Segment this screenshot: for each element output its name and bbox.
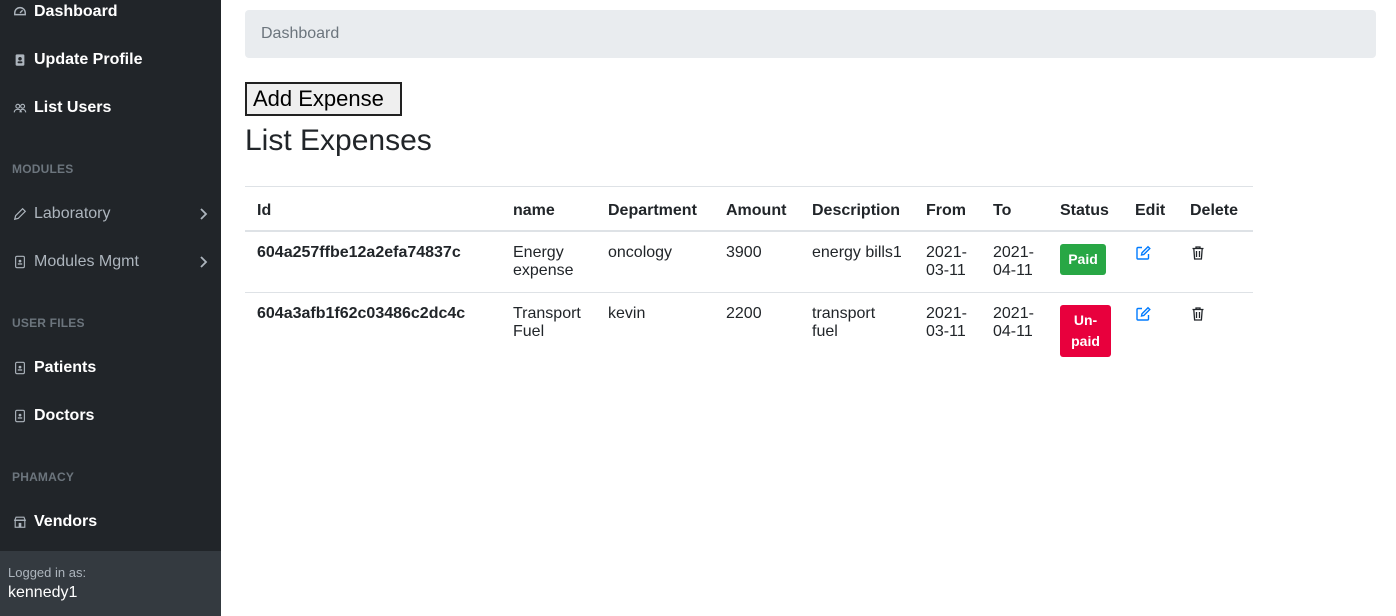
logged-in-label: Logged in as: xyxy=(8,565,87,580)
file-icon xyxy=(12,408,28,424)
chevron-right-icon xyxy=(196,207,210,221)
sidebar-item-label: Modules Mgmt xyxy=(34,253,139,270)
table-row: 604a257ffbe12a2efa74837c Energy expense … xyxy=(245,230,1253,292)
trash-icon[interactable] xyxy=(1190,306,1206,322)
chevron-right-icon xyxy=(196,255,210,269)
sidebar-item-label: Dashboard xyxy=(34,3,118,20)
breadcrumb: Dashboard xyxy=(245,10,1376,58)
table-header-row: Id name Department Amount Description Fr… xyxy=(245,186,1253,232)
cell-id: 604a257ffbe12a2efa74837c xyxy=(245,230,501,292)
expenses-table: Id name Department Amount Description Fr… xyxy=(245,186,1253,369)
sidebar-item-label: Vendors xyxy=(34,513,98,530)
sidebar-item-doctors[interactable]: Doctors xyxy=(12,404,94,428)
cell-to: 2021-04-11 xyxy=(981,291,1048,369)
section-heading-user-files: USER FILES xyxy=(12,316,85,330)
sidebar-item-patients[interactable]: Patients xyxy=(12,356,96,380)
sidebar-item-label: Patients xyxy=(34,359,97,376)
cell-description: transport fuel xyxy=(800,291,914,369)
status-badge: Paid xyxy=(1060,243,1106,275)
file-icon xyxy=(12,254,28,270)
column-header-to: To xyxy=(981,186,1048,232)
section-heading-pharmacy: PHAMACY xyxy=(12,470,75,484)
column-header-department: Department xyxy=(596,186,714,232)
dashboard-icon xyxy=(12,4,28,20)
column-header-amount: Amount xyxy=(714,186,800,232)
edit-icon[interactable] xyxy=(1135,306,1151,322)
trash-icon[interactable] xyxy=(1190,245,1206,261)
store-icon xyxy=(12,514,28,530)
column-header-name: name xyxy=(501,186,596,232)
cell-name: Energy expense xyxy=(501,230,596,292)
cell-edit xyxy=(1123,230,1178,292)
cell-delete xyxy=(1178,230,1253,292)
page-title: List Expenses xyxy=(245,124,432,157)
sidebar-item-modules-mgmt[interactable]: Modules Mgmt xyxy=(12,250,212,274)
status-badge: Un-paid xyxy=(1060,304,1111,357)
cell-status: Paid xyxy=(1048,230,1123,292)
sidebar-item-vendors[interactable]: Vendors xyxy=(12,510,97,534)
column-header-edit: Edit xyxy=(1123,186,1178,232)
sidebar-item-label: Update Profile xyxy=(34,51,143,68)
cell-department: kevin xyxy=(596,291,714,369)
cell-description: energy bills1 xyxy=(800,230,914,292)
cell-delete xyxy=(1178,291,1253,369)
cell-department: oncology xyxy=(596,230,714,292)
cell-id: 604a3afb1f62c03486c2dc4c xyxy=(245,291,501,369)
cell-status: Un-paid xyxy=(1048,291,1123,369)
sidebar-item-label: Doctors xyxy=(34,407,95,424)
sidebar-item-dashboard[interactable]: Dashboard xyxy=(12,0,118,24)
cell-from: 2021-03-11 xyxy=(914,291,981,369)
section-heading-modules: MODULES xyxy=(12,162,74,176)
logged-in-username: kennedy1 xyxy=(8,584,78,601)
profile-icon xyxy=(12,52,28,68)
sidebar-item-label: Laboratory xyxy=(34,205,111,222)
add-expense-button[interactable]: Add Expense xyxy=(245,82,402,116)
cell-from: 2021-03-11 xyxy=(914,230,981,292)
sidebar-item-laboratory[interactable]: Laboratory xyxy=(12,202,212,226)
cell-amount: 2200 xyxy=(714,291,800,369)
pen-icon xyxy=(12,206,28,222)
breadcrumb-item-dashboard[interactable]: Dashboard xyxy=(261,25,339,42)
column-header-from: From xyxy=(914,186,981,232)
edit-icon[interactable] xyxy=(1135,245,1151,261)
table-row: 604a3afb1f62c03486c2dc4c Transport Fuel … xyxy=(245,291,1253,369)
column-header-description: Description xyxy=(800,186,914,232)
sidebar-item-update-profile[interactable]: Update Profile xyxy=(12,48,142,72)
cell-to: 2021-04-11 xyxy=(981,230,1048,292)
sidebar-item-label: List Users xyxy=(34,99,112,116)
file-icon xyxy=(12,360,28,376)
cell-amount: 3900 xyxy=(714,230,800,292)
column-header-id: Id xyxy=(245,186,501,232)
cell-name: Transport Fuel xyxy=(501,291,596,369)
sidebar-footer: Logged in as: kennedy1 xyxy=(0,551,221,616)
sidebar: Dashboard Update Profile List Users MODU… xyxy=(0,0,221,616)
users-icon xyxy=(12,100,28,116)
column-header-delete: Delete xyxy=(1178,186,1253,232)
cell-edit xyxy=(1123,291,1178,369)
column-header-status: Status xyxy=(1048,186,1123,232)
sidebar-item-list-users[interactable]: List Users xyxy=(12,96,111,120)
